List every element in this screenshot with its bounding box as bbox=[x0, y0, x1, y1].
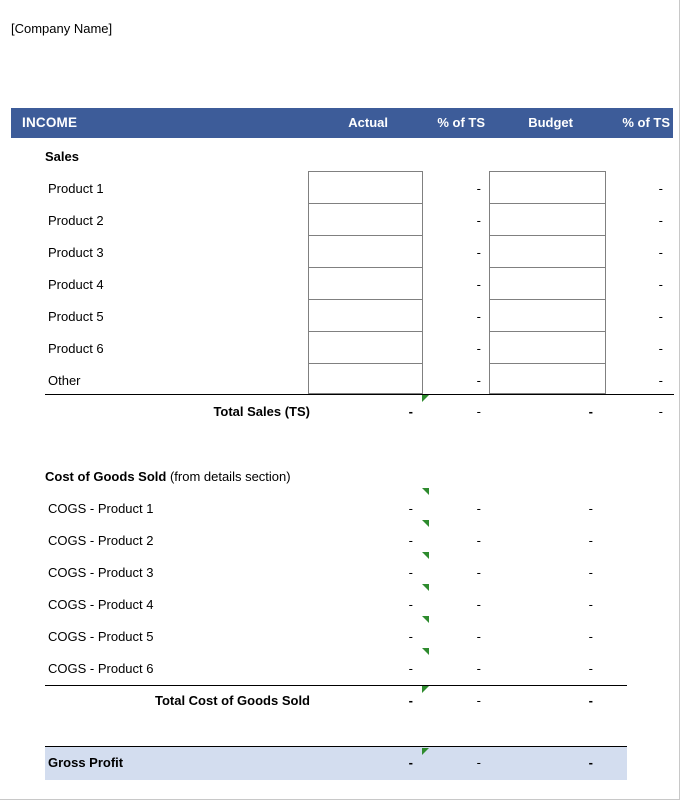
comment-indicator-icon bbox=[422, 520, 429, 527]
row-label-sales-other: Other bbox=[48, 373, 81, 388]
row-label-sales-product-3: Product 3 bbox=[48, 245, 104, 260]
input-actual-product-1[interactable] bbox=[308, 171, 423, 204]
input-actual-product-2[interactable] bbox=[308, 203, 423, 236]
input-actual-product-3[interactable] bbox=[308, 235, 423, 268]
input-actual-product-5[interactable] bbox=[308, 299, 423, 332]
total-cogs-divider bbox=[45, 685, 627, 686]
gross-profit-budget: - bbox=[588, 755, 593, 770]
value-pct-ts-budget-product-5: - bbox=[658, 309, 663, 324]
value-actual-cogs-product-3: - bbox=[408, 565, 413, 580]
comment-indicator-icon bbox=[422, 552, 429, 559]
row-label-sales-product-2: Product 2 bbox=[48, 213, 104, 228]
value-pct-ts-cogs-product-6: - bbox=[476, 661, 481, 676]
column-header-pct-ts-actual: % of TS bbox=[437, 115, 485, 130]
row-label-cogs-product-4: COGS - Product 4 bbox=[48, 597, 154, 612]
value-pct-ts-budget-other: - bbox=[658, 373, 663, 388]
total-sales-pct-ts-budget: - bbox=[658, 404, 663, 419]
total-cogs-budget: - bbox=[588, 693, 593, 708]
cogs-section-title: Cost of Goods Sold (from details section… bbox=[45, 469, 291, 484]
comment-indicator-icon bbox=[422, 395, 429, 402]
value-pct-ts-budget-product-1: - bbox=[658, 181, 663, 196]
value-pct-ts-actual-product-3: - bbox=[476, 245, 481, 260]
sales-section-title: Sales bbox=[45, 149, 79, 164]
row-label-cogs-product-1: COGS - Product 1 bbox=[48, 501, 154, 516]
value-pct-ts-budget-product-3: - bbox=[658, 245, 663, 260]
value-budget-cogs-product-2: - bbox=[588, 533, 593, 548]
comment-indicator-icon bbox=[422, 488, 429, 495]
column-header-budget: Budget bbox=[528, 115, 573, 130]
value-budget-cogs-product-3: - bbox=[588, 565, 593, 580]
value-pct-ts-actual-other: - bbox=[476, 373, 481, 388]
gross-profit-pct-ts-actual: - bbox=[476, 755, 481, 770]
input-actual-product-6[interactable] bbox=[308, 331, 423, 364]
input-budget-product-2[interactable] bbox=[489, 203, 606, 236]
value-budget-cogs-product-6: - bbox=[588, 661, 593, 676]
value-pct-ts-actual-product-5: - bbox=[476, 309, 481, 324]
comment-indicator-icon bbox=[422, 616, 429, 623]
value-pct-ts-cogs-product-4: - bbox=[476, 597, 481, 612]
total-cogs-pct-ts-actual: - bbox=[476, 693, 481, 708]
total-cogs-label: Total Cost of Goods Sold bbox=[154, 693, 310, 708]
comment-indicator-icon bbox=[422, 748, 429, 755]
company-name-field[interactable]: [Company Name] bbox=[11, 21, 112, 36]
row-label-cogs-product-6: COGS - Product 6 bbox=[48, 661, 154, 676]
comment-indicator-icon bbox=[422, 648, 429, 655]
income-section-label: INCOME bbox=[22, 115, 78, 130]
value-pct-ts-budget-product-2: - bbox=[658, 213, 663, 228]
gross-profit-label: Gross Profit bbox=[48, 755, 124, 770]
total-sales-label: Total Sales (TS) bbox=[213, 404, 310, 419]
row-label-sales-product-1: Product 1 bbox=[48, 181, 104, 196]
value-actual-cogs-product-6: - bbox=[408, 661, 413, 676]
value-pct-ts-actual-product-4: - bbox=[476, 277, 481, 292]
value-pct-ts-cogs-product-5: - bbox=[476, 629, 481, 644]
gross-profit-actual: - bbox=[408, 755, 413, 770]
total-sales-pct-ts-actual: - bbox=[476, 404, 481, 419]
value-pct-ts-budget-product-6: - bbox=[658, 341, 663, 356]
row-label-sales-product-4: Product 4 bbox=[48, 277, 104, 292]
input-budget-product-4[interactable] bbox=[489, 267, 606, 300]
input-budget-product-3[interactable] bbox=[489, 235, 606, 268]
cogs-section-note: (from details section) bbox=[166, 469, 291, 484]
row-label-cogs-product-3: COGS - Product 3 bbox=[48, 565, 154, 580]
input-budget-product-1[interactable] bbox=[489, 171, 606, 204]
comment-indicator-icon bbox=[422, 686, 429, 693]
total-sales-divider bbox=[45, 394, 674, 395]
input-actual-other[interactable] bbox=[308, 363, 423, 394]
row-label-cogs-product-2: COGS - Product 2 bbox=[48, 533, 154, 548]
column-header-pct-ts-budget: % of TS bbox=[622, 115, 670, 130]
value-pct-ts-budget-product-4: - bbox=[658, 277, 663, 292]
value-pct-ts-actual-product-1: - bbox=[476, 181, 481, 196]
value-pct-ts-cogs-product-3: - bbox=[476, 565, 481, 580]
input-budget-product-6[interactable] bbox=[489, 331, 606, 364]
comment-indicator-icon bbox=[422, 584, 429, 591]
input-actual-product-4[interactable] bbox=[308, 267, 423, 300]
value-budget-cogs-product-5: - bbox=[588, 629, 593, 644]
column-header-actual: Actual bbox=[348, 115, 388, 130]
value-actual-cogs-product-4: - bbox=[408, 597, 413, 612]
value-pct-ts-actual-product-6: - bbox=[476, 341, 481, 356]
cogs-section-title-text: Cost of Goods Sold bbox=[45, 469, 167, 484]
value-actual-cogs-product-5: - bbox=[408, 629, 413, 644]
income-statement-page: [Company Name] INCOME Actual % of TS Bud… bbox=[0, 0, 680, 800]
total-sales-budget: - bbox=[588, 404, 593, 419]
value-budget-cogs-product-4: - bbox=[588, 597, 593, 612]
row-label-sales-product-6: Product 6 bbox=[48, 341, 104, 356]
total-cogs-actual: - bbox=[408, 693, 413, 708]
row-label-sales-product-5: Product 5 bbox=[48, 309, 104, 324]
value-actual-cogs-product-2: - bbox=[408, 533, 413, 548]
row-label-cogs-product-5: COGS - Product 5 bbox=[48, 629, 154, 644]
value-actual-cogs-product-1: - bbox=[408, 501, 413, 516]
total-sales-actual: - bbox=[408, 404, 413, 419]
value-pct-ts-actual-product-2: - bbox=[476, 213, 481, 228]
income-header-band: INCOME Actual % of TS Budget % of TS bbox=[11, 108, 673, 138]
value-budget-cogs-product-1: - bbox=[588, 501, 593, 516]
value-pct-ts-cogs-product-1: - bbox=[476, 501, 481, 516]
input-budget-other[interactable] bbox=[489, 363, 606, 394]
value-pct-ts-cogs-product-2: - bbox=[476, 533, 481, 548]
input-budget-product-5[interactable] bbox=[489, 299, 606, 332]
